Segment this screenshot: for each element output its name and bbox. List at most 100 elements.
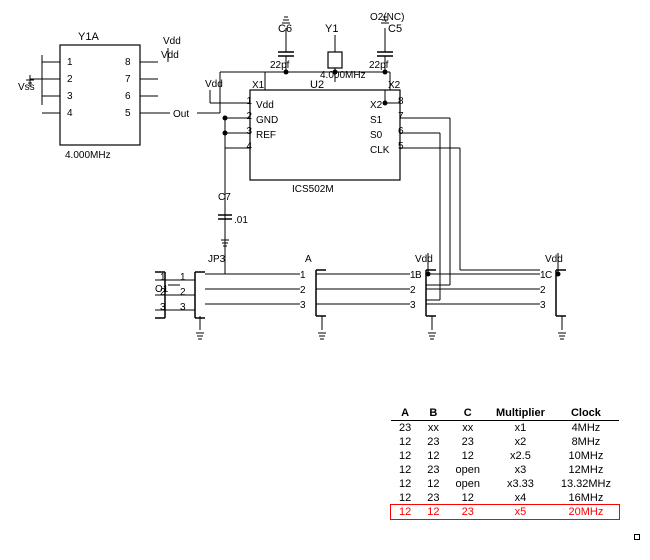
svg-text:1: 1: [180, 272, 186, 283]
table-cell-clock: 16MHz: [553, 491, 619, 505]
svg-text:Vdd: Vdd: [161, 50, 179, 61]
table-row: 121223x520MHz: [391, 505, 619, 519]
table-cell-b: 23: [419, 491, 447, 505]
table-row: 122312x416MHz: [391, 491, 619, 505]
table-cell-clock: 10MHz: [553, 449, 619, 463]
col-header-multiplier: Multiplier: [488, 406, 553, 421]
svg-text:CLK: CLK: [370, 145, 390, 156]
table-cell-multiplier: x2: [488, 435, 553, 449]
col-header-b: B: [419, 406, 447, 421]
col-header-a: A: [391, 406, 419, 421]
svg-text:Vdd: Vdd: [256, 100, 274, 111]
table-cell-a: 12: [391, 463, 419, 477]
table-cell-c: open: [447, 477, 487, 491]
table-row: 1212openx3.3313.32MHz: [391, 477, 619, 491]
table-cell-multiplier: x3.33: [488, 477, 553, 491]
svg-text:1: 1: [67, 57, 73, 68]
svg-text:4: 4: [67, 108, 73, 119]
table-cell-b: 12: [419, 449, 447, 463]
table-cell-c: xx: [447, 421, 487, 436]
table-cell-b: 12: [419, 505, 447, 519]
table-row: 23xxxxx14MHz: [391, 421, 619, 436]
table-cell-multiplier: x3: [488, 463, 553, 477]
table-body: 23xxxxx14MHz122323x28MHz121212x2.510MHz1…: [391, 421, 619, 520]
table-row: 1223openx312MHz: [391, 463, 619, 477]
svg-text:3: 3: [410, 300, 416, 311]
svg-text:C6: C6: [278, 23, 292, 35]
table-cell-clock: 8MHz: [553, 435, 619, 449]
svg-text:Y1: Y1: [325, 23, 338, 35]
svg-text:3: 3: [67, 91, 73, 102]
svg-text:1: 1: [540, 270, 546, 281]
svg-text:1: 1: [410, 270, 416, 281]
col-header-clock: Clock: [553, 406, 619, 421]
table-cell-a: 12: [391, 491, 419, 505]
svg-text:ICS502M: ICS502M: [292, 184, 334, 195]
svg-text:2: 2: [180, 287, 186, 298]
table-cell-multiplier: x1: [488, 421, 553, 436]
svg-text:5: 5: [398, 141, 404, 152]
svg-text:C: C: [545, 270, 552, 281]
svg-text:3: 3: [300, 300, 306, 311]
svg-text:O2(NC): O2(NC): [370, 12, 404, 23]
svg-text:2: 2: [300, 285, 306, 296]
svg-text:4: 4: [246, 141, 252, 152]
svg-text:22pf: 22pf: [369, 60, 389, 71]
svg-text:1: 1: [246, 96, 252, 107]
svg-text:8: 8: [125, 57, 131, 68]
table-cell-clock: 4MHz: [553, 421, 619, 436]
table-cell-c: 12: [447, 491, 487, 505]
svg-text:3: 3: [180, 302, 186, 313]
table-cell-c: 12: [447, 449, 487, 463]
svg-text:A: A: [305, 254, 312, 265]
svg-text:S0: S0: [370, 130, 383, 141]
table-cell-a: 12: [391, 505, 419, 519]
svg-text:X2: X2: [370, 100, 383, 111]
table-row: 121212x2.510MHz: [391, 449, 619, 463]
table-cell-a: 23: [391, 421, 419, 436]
svg-text:S1: S1: [370, 115, 383, 126]
svg-text:7: 7: [125, 74, 131, 85]
col-header-c: C: [447, 406, 487, 421]
svg-text:Out: Out: [173, 109, 189, 120]
svg-text:6: 6: [398, 126, 404, 137]
table-cell-b: 23: [419, 463, 447, 477]
svg-text:Vss: Vss: [18, 82, 35, 93]
table-cell-multiplier: x5: [488, 505, 553, 519]
svg-text:B: B: [415, 270, 422, 281]
svg-text:GND: GND: [256, 115, 278, 126]
table-cell-clock: 13.32MHz: [553, 477, 619, 491]
table-cell-c: 23: [447, 435, 487, 449]
table-row: 122323x28MHz: [391, 435, 619, 449]
table-header-row: A B C Multiplier Clock: [391, 406, 619, 421]
svg-text:Vdd: Vdd: [415, 254, 433, 265]
svg-text:2: 2: [67, 74, 73, 85]
svg-text:2: 2: [246, 111, 252, 122]
svg-text:Vdd: Vdd: [163, 36, 181, 47]
truth-table-wrapper: A B C Multiplier Clock 23xxxxx14MHz12232…: [634, 534, 640, 540]
svg-text:.01: .01: [234, 215, 248, 226]
svg-text:X1: X1: [252, 80, 265, 91]
table-cell-a: 12: [391, 435, 419, 449]
svg-text:4.000MHz: 4.000MHz: [65, 150, 111, 161]
truth-table: A B C Multiplier Clock 23xxxxx14MHz12232…: [391, 406, 619, 519]
svg-text:22pf: 22pf: [270, 60, 290, 71]
table-cell-multiplier: x2.5: [488, 449, 553, 463]
svg-text:JP3: JP3: [208, 254, 226, 265]
svg-text:5: 5: [125, 108, 131, 119]
table-cell-b: 12: [419, 477, 447, 491]
svg-text:Y1A: Y1A: [78, 31, 99, 43]
svg-text:C5: C5: [388, 23, 402, 35]
svg-text:3: 3: [540, 300, 546, 311]
table-cell-b: 23: [419, 435, 447, 449]
table-cell-multiplier: x4: [488, 491, 553, 505]
table-cell-a: 12: [391, 477, 419, 491]
table-cell-a: 12: [391, 449, 419, 463]
table-cell-c: 23: [447, 505, 487, 519]
schematic-container: Y1A 1 2 3 4 8 Vdd Vdd 7 6 5 Out: [0, 0, 650, 560]
svg-text:2: 2: [540, 285, 546, 296]
table-cell-c: open: [447, 463, 487, 477]
table-cell-clock: 20MHz: [553, 505, 619, 519]
svg-text:Vdd: Vdd: [545, 254, 563, 265]
svg-text:3: 3: [246, 126, 252, 137]
